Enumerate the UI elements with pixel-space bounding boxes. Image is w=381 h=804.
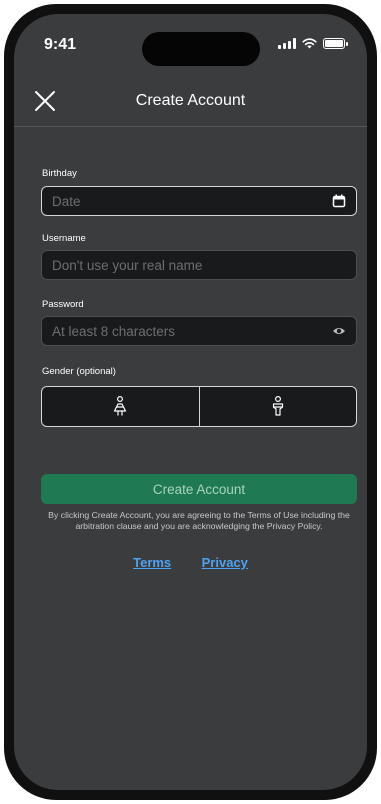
username-field[interactable] bbox=[41, 250, 357, 280]
app-screen: 9:41 Create Account Birthday Date Userna… bbox=[14, 14, 367, 790]
birthday-field[interactable] bbox=[41, 186, 357, 216]
wifi-icon bbox=[302, 38, 317, 49]
password-field[interactable] bbox=[41, 316, 357, 346]
password-label: Password bbox=[42, 299, 84, 310]
birthday-label: Birthday bbox=[42, 168, 77, 179]
header-bar: Create Account bbox=[14, 78, 367, 127]
password-input[interactable] bbox=[52, 323, 332, 339]
calendar-icon[interactable] bbox=[332, 194, 346, 208]
gender-selector bbox=[41, 386, 357, 427]
eye-icon[interactable] bbox=[332, 324, 346, 338]
create-account-button[interactable]: Create Account bbox=[41, 474, 357, 504]
legal-text: By clicking Create Account, you are agre… bbox=[48, 510, 350, 532]
page-title: Create Account bbox=[135, 92, 246, 109]
battery-icon bbox=[323, 38, 348, 49]
gender-option-male[interactable] bbox=[198, 387, 357, 426]
cellular-signal-icon bbox=[278, 38, 296, 49]
username-input[interactable] bbox=[52, 257, 346, 273]
status-time: 9:41 bbox=[44, 36, 77, 53]
male-icon bbox=[272, 395, 283, 416]
username-label: Username bbox=[42, 233, 86, 244]
birthday-input[interactable] bbox=[52, 193, 332, 209]
terms-link[interactable]: Terms bbox=[133, 555, 171, 570]
dynamic-island bbox=[142, 32, 260, 66]
gender-label: Gender (optional) bbox=[42, 366, 116, 377]
female-icon bbox=[114, 395, 127, 416]
phone-frame: 9:41 Create Account Birthday Date Userna… bbox=[4, 4, 377, 800]
legal-links: Terms Privacy bbox=[14, 554, 367, 572]
status-icons bbox=[278, 38, 348, 49]
gender-option-female[interactable] bbox=[42, 387, 199, 426]
privacy-link[interactable]: Privacy bbox=[202, 555, 248, 570]
